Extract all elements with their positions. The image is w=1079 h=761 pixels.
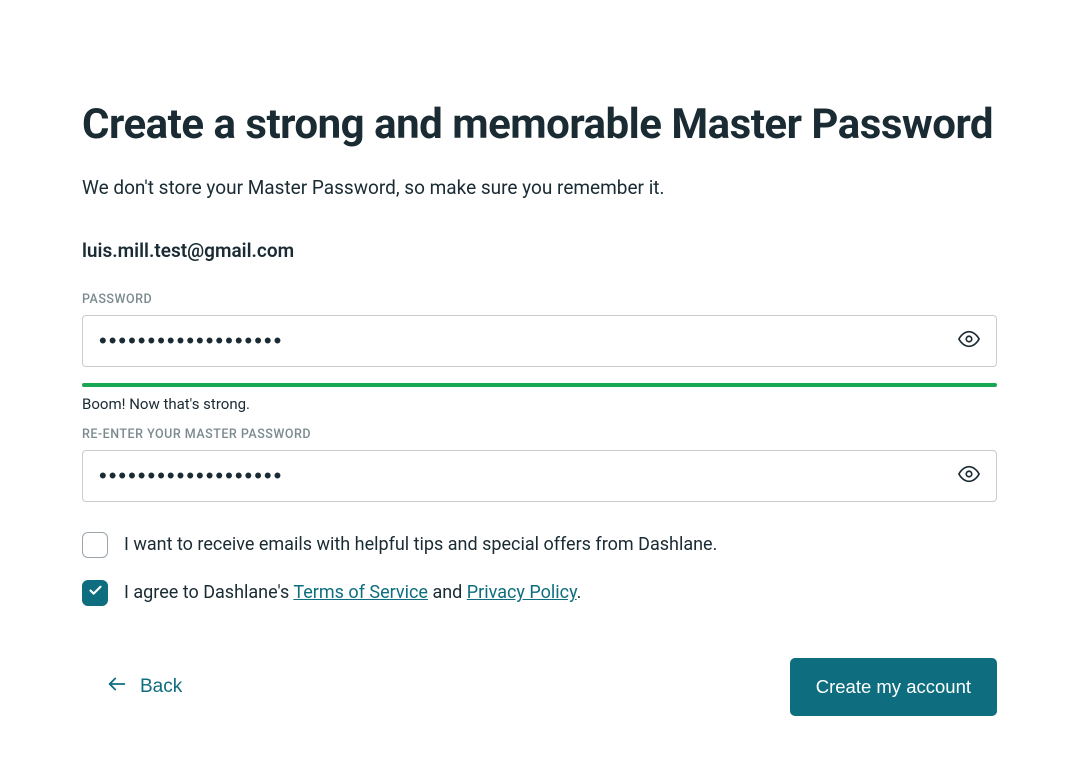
terms-consent-row: I agree to Dashlane's Terms of Service a… [82,580,997,606]
confirm-password-input-wrapper [82,450,997,502]
terms-consent-checkbox[interactable] [82,580,108,606]
arrow-left-icon [106,673,128,701]
emails-consent-label: I want to receive emails with helpful ti… [124,532,717,557]
signup-master-password-page: Create a strong and memorable Master Pas… [0,0,1079,756]
password-input[interactable] [83,316,942,366]
emails-consent-checkbox[interactable] [82,532,108,558]
page-subtitle: We don't store your Master Password, so … [82,174,997,203]
privacy-policy-link[interactable]: Privacy Policy [467,582,577,603]
terms-middle: and [428,582,467,603]
password-label: PASSWORD [82,292,997,307]
consent-checkboxes: I want to receive emails with helpful ti… [82,532,997,606]
back-button-label: Back [140,676,182,698]
confirm-password-field-group: RE-ENTER YOUR MASTER PASSWORD [82,427,997,502]
password-strength-bar [82,383,997,387]
password-field-group: PASSWORD [82,292,997,367]
eye-icon [958,463,980,488]
create-account-button[interactable]: Create my account [790,658,997,716]
account-email: luis.mill.test@gmail.com [82,239,997,262]
back-button[interactable]: Back [82,665,206,709]
footer-actions: Back Create my account [82,658,997,716]
terms-of-service-link[interactable]: Terms of Service [293,582,428,603]
confirm-password-input[interactable] [83,451,942,501]
emails-consent-row: I want to receive emails with helpful ti… [82,532,997,558]
eye-icon [958,328,980,353]
password-input-wrapper [82,315,997,367]
toggle-password-visibility-button[interactable] [942,316,996,366]
terms-prefix: I agree to Dashlane's [124,582,293,603]
check-icon [88,583,103,602]
page-title: Create a strong and memorable Master Pas… [82,100,997,150]
password-strength-text: Boom! Now that's strong. [82,395,997,413]
toggle-confirm-visibility-button[interactable] [942,451,996,501]
terms-consent-label: I agree to Dashlane's Terms of Service a… [124,580,581,605]
confirm-password-label: RE-ENTER YOUR MASTER PASSWORD [82,427,997,442]
terms-suffix: . [577,582,582,603]
